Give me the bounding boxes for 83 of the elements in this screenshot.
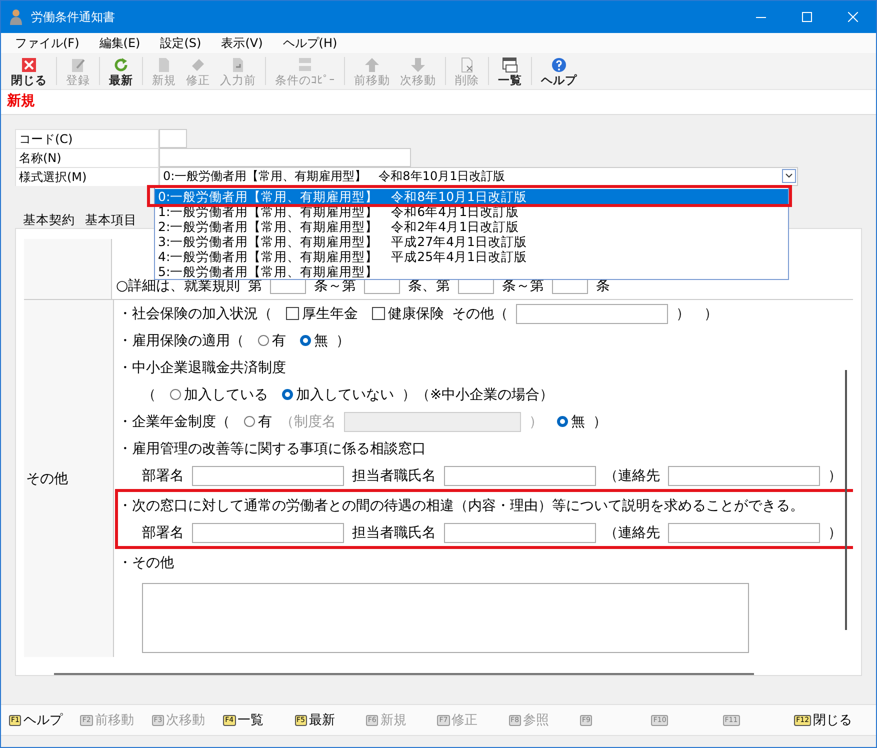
radio-button[interactable]: 有	[244, 412, 272, 431]
field-label: 名称(N)	[15, 148, 159, 167]
radio-button[interactable]: 有	[258, 332, 286, 350]
label-text: ・雇用管理の改善等に関する事項に係る相談窓口	[118, 440, 426, 458]
input-field[interactable]	[192, 466, 344, 486]
input-field[interactable]	[444, 466, 596, 486]
label-text: ）	[828, 466, 842, 485]
toolbar-button[interactable]: 最新	[105, 56, 137, 86]
maximize-icon[interactable]	[802, 12, 812, 22]
label-text: ・中小企業退職金共済制度	[118, 358, 286, 377]
menu-item[interactable]: 編集(E)	[99, 34, 140, 52]
name-field[interactable]	[159, 148, 411, 167]
up-arrow-icon	[363, 56, 381, 74]
input-field[interactable]	[668, 522, 820, 543]
label-text: （連絡先	[604, 466, 660, 485]
label-text: 条、第	[408, 277, 450, 296]
dropdown-option[interactable]: 0:一般労働者用【常用、有期雇用型】 令和8年10月1日改訂版	[155, 189, 788, 204]
down-arrow-icon	[409, 56, 427, 74]
toolbar-button[interactable]: ヘルプ	[537, 56, 581, 86]
label-text: 部署名	[142, 466, 184, 485]
menu-item[interactable]: ファイル(F)	[15, 34, 80, 52]
checkbox[interactable]: 健康保険	[372, 304, 444, 323]
close-icon[interactable]	[848, 12, 858, 22]
label-text: （連絡先	[604, 524, 660, 542]
label-text: 第	[248, 278, 262, 296]
input-field[interactable]	[668, 466, 820, 486]
list-icon	[501, 56, 519, 74]
label-text: 部署名	[142, 524, 184, 542]
label-text: （	[142, 386, 156, 404]
label-text: ）	[336, 332, 350, 350]
caret-icon[interactable]	[782, 169, 796, 183]
input-field[interactable]	[552, 278, 588, 294]
toolbar-button[interactable]: 一覧	[494, 56, 526, 86]
radio-button[interactable]: 無	[300, 332, 328, 350]
field-label: 様式選択(M)	[15, 167, 159, 186]
label-text: ・雇用保険の適用（	[118, 332, 244, 350]
label-text: （制度名	[280, 412, 336, 431]
person-icon	[9, 9, 23, 25]
label-text: ）	[593, 412, 607, 431]
menu-item[interactable]: ヘルプ(H)	[282, 34, 338, 52]
label-text: ）	[529, 412, 543, 431]
help-icon	[550, 56, 568, 74]
label-text: ・次の窓口に対して通常の労働者との間の待遇の相違（内容・理由）等について説明を求めることができる。	[118, 496, 804, 515]
label-text: 条～第	[502, 277, 544, 296]
input-field[interactable]	[364, 278, 400, 294]
input-field[interactable]	[516, 304, 668, 324]
code-field[interactable]	[159, 129, 187, 148]
text-area[interactable]	[142, 583, 749, 654]
dropdown-option[interactable]: 2:一般労働者用【常用、有期雇用型】 令和2年4月1日改訂版	[155, 219, 788, 234]
label-text: ）	[828, 524, 842, 542]
refresh-icon	[112, 56, 130, 74]
copy-icon	[296, 56, 314, 74]
label-text: 担当者職氏名	[352, 466, 436, 485]
style-dropdown[interactable]: 0:一般労働者用【常用、有期雇用型】 令和8年10月1日改訂版	[159, 167, 798, 186]
menu-item[interactable]: 設定(S)	[160, 34, 202, 52]
radio-button[interactable]: 加入していない	[282, 386, 394, 404]
dropdown-option[interactable]: 3:一般労働者用【常用、有期雇用型】 平成27年4月1日改訂版	[155, 234, 788, 249]
radio-button[interactable]: 加入している	[170, 386, 268, 404]
section-label: その他	[26, 470, 68, 488]
scrollbar[interactable]	[54, 673, 754, 675]
field-label: コード(C)	[15, 129, 159, 148]
label-text: 条	[596, 277, 610, 296]
label-text: その他（	[452, 304, 508, 323]
radio-button[interactable]: 無	[557, 412, 585, 431]
dropdown-option[interactable]: 4:一般労働者用【常用、有期雇用型】 平成25年4月1日改訂版	[155, 249, 788, 264]
close-icon	[20, 56, 38, 74]
label-text: ・社会保険の加入状況（	[118, 304, 272, 323]
label-text: ・その他	[118, 554, 174, 572]
input-field[interactable]	[192, 522, 344, 543]
label-text: ）（※中小企業の場合）	[402, 386, 554, 404]
label-text: 条～第	[314, 278, 356, 296]
checkbox[interactable]: 厚生年金	[286, 304, 358, 323]
dropdown-option[interactable]: 5:一般労働者用【常用、有期雇用型】	[155, 264, 788, 279]
input-field[interactable]	[444, 522, 596, 543]
label-text: 担当者職氏名	[352, 524, 436, 542]
input-field[interactable]	[458, 278, 494, 294]
input-field[interactable]	[270, 278, 306, 294]
window-title: 労働条件通知書	[31, 8, 115, 26]
label-text: ） ）	[676, 304, 718, 323]
menu-item[interactable]: 表示(V)	[221, 34, 263, 52]
scrollbar[interactable]	[845, 370, 847, 630]
label-text: ・企業年金制度（	[118, 412, 230, 431]
toolbar-button[interactable]: 閉じる	[7, 56, 51, 86]
